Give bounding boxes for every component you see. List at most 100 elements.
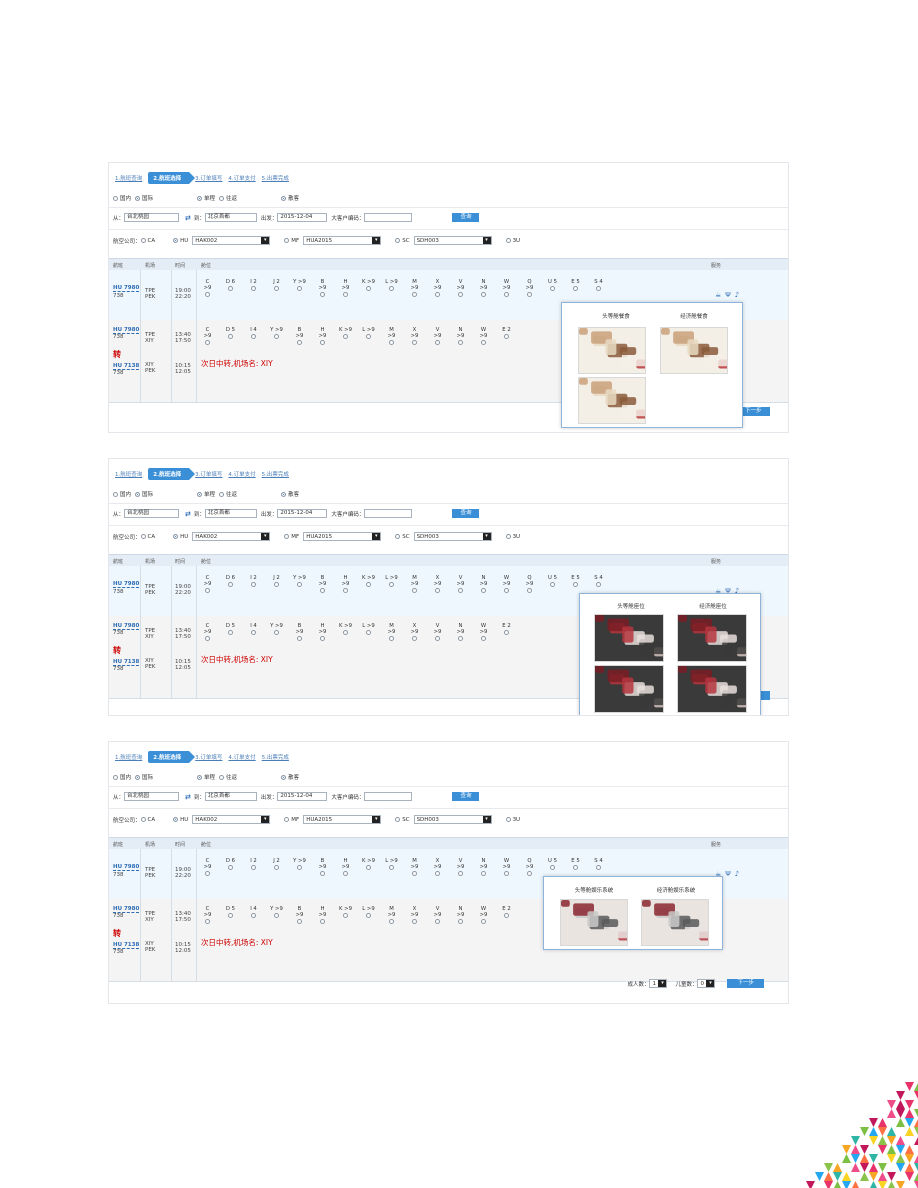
cabin-radio[interactable] — [343, 913, 348, 918]
cabin-radio[interactable] — [274, 582, 279, 587]
cabin-radio[interactable] — [573, 582, 578, 587]
cabin-option[interactable]: Q >9 — [523, 279, 536, 297]
depart-date-input[interactable]: 2015-12-04 — [277, 792, 328, 801]
flight-number-link[interactable]: HU 7138 — [113, 659, 140, 666]
cabin-radio[interactable] — [366, 865, 371, 870]
cabin-radio[interactable] — [596, 865, 601, 870]
airline-hu-option[interactable]: HU — [173, 238, 188, 244]
cabin-radio[interactable] — [320, 292, 325, 297]
cabin-option[interactable]: N >9 — [454, 906, 467, 924]
cabin-radio[interactable] — [343, 871, 348, 876]
cabin-radio[interactable] — [205, 636, 210, 641]
international-radio[interactable] — [135, 774, 141, 780]
to-input[interactable]: 北京首都 — [204, 509, 257, 518]
cabin-option[interactable]: M >9 — [408, 575, 421, 593]
cabin-radio[interactable] — [527, 871, 532, 876]
cabin-option[interactable]: Y >9 — [293, 575, 306, 593]
oneway-option[interactable]: 单程 — [197, 490, 215, 498]
cabin-option[interactable]: Y >9 — [270, 623, 283, 641]
corp-code-input[interactable] — [364, 792, 413, 801]
airline-sc-option[interactable]: SC — [395, 238, 410, 244]
passenger-radio[interactable] — [281, 195, 287, 201]
cabin-radio[interactable] — [504, 871, 509, 876]
roundtrip-option[interactable]: 往返 — [219, 490, 237, 498]
cabin-radio[interactable] — [366, 286, 371, 291]
cabin-radio[interactable] — [251, 286, 256, 291]
cabin-radio[interactable] — [228, 582, 233, 587]
cabin-radio[interactable] — [343, 630, 348, 635]
cabin-option[interactable]: V >9 — [454, 279, 467, 297]
cabin-option[interactable]: Y >9 — [270, 906, 283, 924]
airline-ca-option[interactable]: CA — [140, 534, 155, 540]
flight-number-link[interactable]: HU 7980 — [113, 327, 140, 334]
cabin-option[interactable]: X >9 — [408, 906, 421, 924]
cabin-option[interactable]: J 2 — [270, 575, 283, 593]
cabin-radio[interactable] — [320, 340, 325, 345]
cabin-option[interactable]: M >9 — [385, 327, 398, 345]
cabin-option[interactable]: Y >9 — [293, 279, 306, 297]
cabin-option[interactable]: K >9 — [362, 858, 375, 876]
cabin-option[interactable]: S 4 — [592, 279, 605, 297]
cabin-radio[interactable] — [389, 636, 394, 641]
sc-agent-select[interactable]: SDH003 ▾ — [413, 236, 492, 245]
cabin-option[interactable]: U 5 — [546, 858, 559, 876]
flight-number-link[interactable]: HU 7980 — [113, 285, 140, 292]
cabin-option[interactable]: E 5 — [569, 858, 582, 876]
airline-ca-radio[interactable] — [140, 817, 146, 822]
oneway-option[interactable]: 单程 — [197, 194, 215, 202]
cabin-radio[interactable] — [251, 582, 256, 587]
cabin-option[interactable]: Y >9 — [270, 327, 283, 345]
cabin-radio[interactable] — [343, 292, 348, 297]
cabin-radio[interactable] — [412, 292, 417, 297]
cabin-option[interactable]: I 4 — [247, 623, 260, 641]
mf-agent-select[interactable]: HUA2015 ▾ — [303, 815, 382, 824]
passenger-option[interactable]: 散客 — [281, 490, 299, 498]
cabin-option[interactable]: N >9 — [477, 575, 490, 593]
cabin-radio[interactable] — [596, 286, 601, 291]
cabin-radio[interactable] — [481, 292, 486, 297]
cabin-radio[interactable] — [274, 334, 279, 339]
cabin-option[interactable]: W >9 — [477, 906, 490, 924]
cabin-option[interactable]: L >9 — [362, 623, 375, 641]
cabin-radio[interactable] — [389, 919, 394, 924]
cabin-option[interactable]: D 5 — [224, 327, 237, 345]
cabin-radio[interactable] — [320, 636, 325, 641]
cabin-radio[interactable] — [228, 630, 233, 635]
cabin-option[interactable]: I 2 — [247, 279, 260, 297]
cabin-option[interactable]: W >9 — [477, 623, 490, 641]
flight-number-link[interactable]: HU 7138 — [113, 942, 140, 949]
international-option[interactable]: 国际 — [135, 773, 153, 781]
airline-3u-option[interactable]: 3U — [505, 817, 520, 823]
cabin-option[interactable]: X >9 — [431, 575, 444, 593]
cabin-option[interactable]: K >9 — [362, 279, 375, 297]
cabin-radio[interactable] — [343, 334, 348, 339]
airline-mf-radio[interactable] — [284, 238, 290, 243]
cabin-option[interactable]: C >9 — [201, 575, 214, 593]
airline-hu-radio[interactable] — [173, 238, 179, 243]
cabin-option[interactable]: H >9 — [339, 575, 352, 593]
cabin-radio[interactable] — [297, 582, 302, 587]
hu-agent-select[interactable]: HAK002 ▾ — [192, 532, 271, 541]
cabin-option[interactable]: W >9 — [500, 575, 513, 593]
cabin-radio[interactable] — [481, 919, 486, 924]
cabin-option[interactable]: W >9 — [500, 858, 513, 876]
step-3[interactable]: 3.订单填写 — [195, 174, 222, 182]
cabin-option[interactable]: H >9 — [316, 623, 329, 641]
cabin-radio[interactable] — [458, 588, 463, 593]
cabin-option[interactable]: S 4 — [592, 858, 605, 876]
airline-3u-radio[interactable] — [505, 534, 511, 539]
cabin-radio[interactable] — [573, 286, 578, 291]
cabin-option[interactable]: I 2 — [247, 575, 260, 593]
cabin-radio[interactable] — [504, 630, 509, 635]
cabin-option[interactable]: N >9 — [477, 858, 490, 876]
cabin-option[interactable]: B >9 — [316, 575, 329, 593]
international-radio[interactable] — [135, 195, 141, 201]
oneway-option[interactable]: 单程 — [197, 773, 215, 781]
query-button[interactable]: 查询 — [452, 509, 480, 518]
cabin-option[interactable]: U 5 — [546, 575, 559, 593]
cabin-option[interactable]: D 6 — [224, 858, 237, 876]
cabin-option[interactable]: X >9 — [431, 279, 444, 297]
from-input[interactable]: 台北桃园 — [124, 213, 180, 222]
mf-agent-select[interactable]: HUA2015 ▾ — [303, 532, 382, 541]
airline-3u-radio[interactable] — [505, 817, 511, 822]
